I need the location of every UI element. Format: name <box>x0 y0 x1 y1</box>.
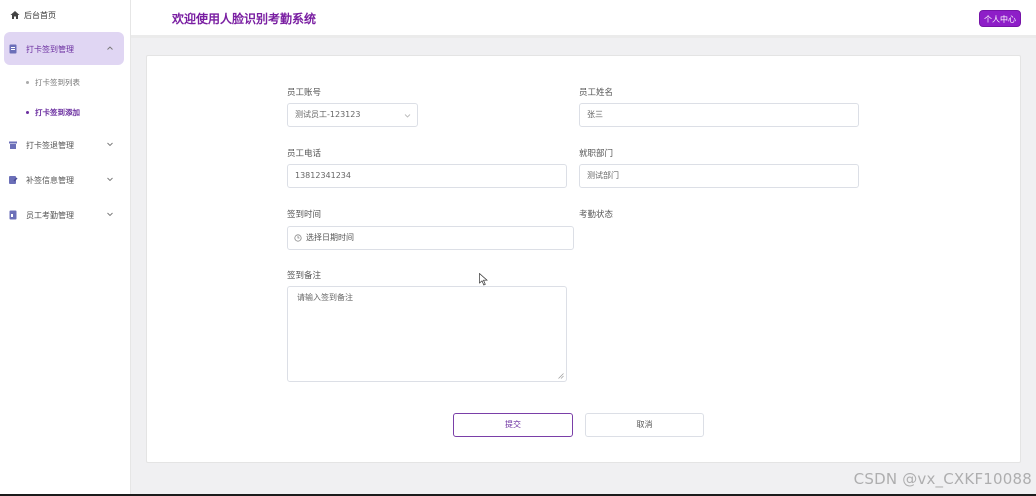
employee-account-value: 测试员工-123123 <box>295 110 361 119</box>
sidebar-item-checkout-management[interactable]: 打卡签退管理 <box>8 137 126 153</box>
checkin-time-placeholder: 选择日期时间 <box>306 233 354 242</box>
sidebar-subitem-checkin-list[interactable]: 打卡签到列表 <box>26 75 80 89</box>
sidebar-subitem-label: 打卡签到添加 <box>35 107 80 117</box>
sidebar-subitem-label: 打卡签到列表 <box>35 77 80 87</box>
sidebar-item-label: 打卡签退管理 <box>26 140 74 150</box>
sidebar-item-label: 补签信息管理 <box>26 175 74 185</box>
department-label: 就职部门 <box>579 149 614 159</box>
attendance-status-label: 考勤状态 <box>579 210 614 220</box>
submit-button[interactable]: 提交 <box>453 413 573 437</box>
chevron-down-icon <box>107 177 113 182</box>
chevron-down-icon <box>107 142 113 147</box>
clock-icon <box>294 234 302 242</box>
checkin-note-textarea[interactable]: 请输入签到备注 <box>287 286 567 382</box>
employee-phone-input[interactable]: 13812341234 <box>287 164 567 188</box>
watermark: CSDN @vx_CXKF10088 <box>853 470 1032 488</box>
mouse-cursor-icon <box>479 273 488 286</box>
trash-box-icon <box>9 141 17 149</box>
employee-account-select[interactable]: 测试员工-123123 <box>287 103 418 127</box>
employee-account-label: 员工账号 <box>287 88 322 98</box>
cancel-button[interactable]: 取消 <box>585 413 704 437</box>
document-icon <box>9 44 17 54</box>
home-icon <box>10 11 20 19</box>
sidebar-item-supplement-management[interactable]: 补签信息管理 <box>8 172 126 188</box>
sidebar-item-attendance-management[interactable]: 员工考勤管理 <box>8 207 126 223</box>
edit-document-icon <box>9 176 18 184</box>
sidebar-home-label: 后台首页 <box>24 10 56 20</box>
sidebar-item-checkin-management[interactable]: 打卡签到管理 <box>8 41 126 57</box>
file-icon <box>9 210 17 220</box>
bullet-dot-icon <box>26 110 29 114</box>
chevron-down-icon <box>404 114 411 118</box>
sidebar-item-label: 员工考勤管理 <box>26 210 74 220</box>
top-header: 欢迎使用人脸识别考勤系统 个人中心 <box>131 0 1036 38</box>
checkin-time-picker[interactable]: 选择日期时间 <box>287 226 574 250</box>
sidebar-subitem-checkin-add[interactable]: 打卡签到添加 <box>26 105 80 119</box>
sidebar-home-link[interactable]: 后台首页 <box>10 8 56 22</box>
department-input[interactable]: 测试部门 <box>579 164 859 188</box>
bullet-dot-icon <box>26 80 29 84</box>
chevron-down-icon <box>107 212 113 217</box>
employee-phone-label: 员工电话 <box>287 149 322 159</box>
checkin-time-label: 签到时间 <box>287 210 322 220</box>
resize-handle-icon[interactable] <box>558 373 564 379</box>
sidebar-item-label: 打卡签到管理 <box>26 44 74 54</box>
chevron-up-icon <box>107 46 113 50</box>
checkin-note-placeholder: 请输入签到备注 <box>297 293 353 302</box>
employee-name-input[interactable]: 张三 <box>579 103 859 127</box>
profile-center-button[interactable]: 个人中心 <box>979 10 1021 27</box>
checkin-note-label: 签到备注 <box>287 271 322 281</box>
page-title: 欢迎使用人脸识别考勤系统 <box>172 12 317 26</box>
employee-name-label: 员工姓名 <box>579 88 614 98</box>
sidebar: 后台首页 打卡签到管理 打卡签到列表 打卡签到添加 打卡签退管理 补签信息管理 … <box>0 0 131 496</box>
